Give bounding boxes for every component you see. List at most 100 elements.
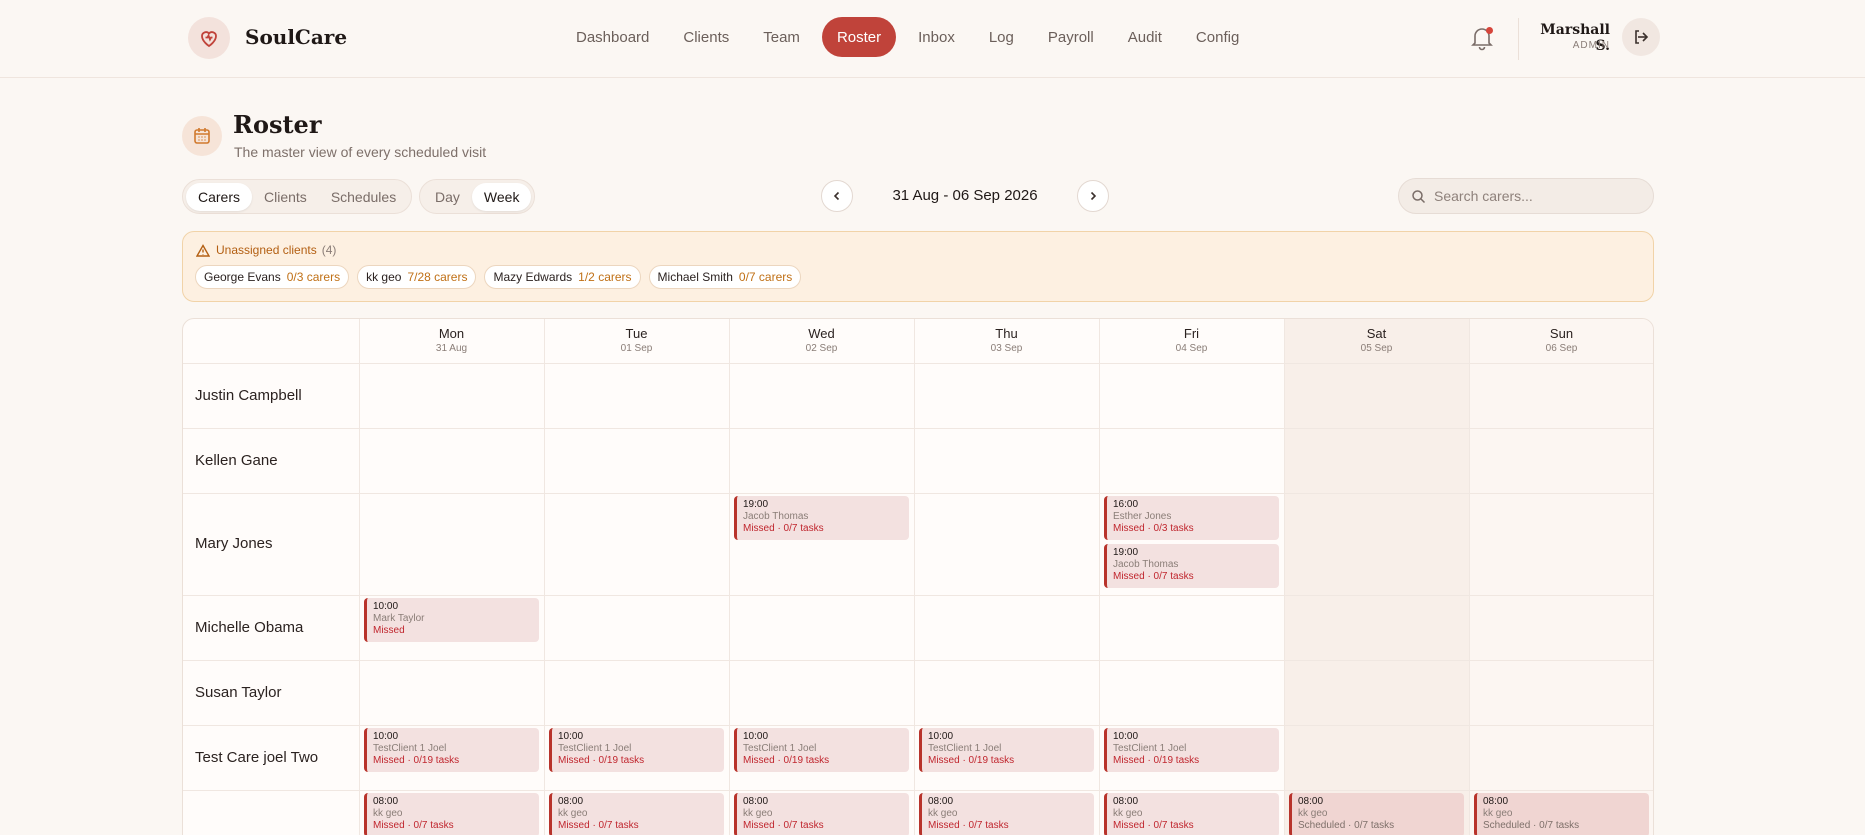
nav-payroll[interactable]: Payroll [1036, 17, 1106, 57]
day-name: Sun [1549, 326, 1574, 341]
visit-time: 08:00 [1113, 796, 1139, 807]
visit-card[interactable]: 08:00 kk geo Missed · 0/7 tasks [1104, 793, 1279, 835]
day-name: Thu [995, 326, 1018, 341]
chip-client-name: kk geo [366, 270, 402, 284]
nav-inbox[interactable]: Inbox [906, 17, 967, 57]
visit-card[interactable]: 08:00 kk geo Missed · 0/7 tasks [549, 793, 724, 835]
visit-status: Missed · 0/7 tasks [743, 820, 824, 831]
visit-client: TestClient 1 Joel [373, 743, 447, 754]
search-input[interactable] [1434, 188, 1634, 204]
nav-dashboard[interactable]: Dashboard [564, 17, 661, 57]
tab-day[interactable]: Day [423, 183, 472, 211]
column-divider [729, 319, 730, 835]
logout-icon[interactable] [1622, 18, 1660, 56]
next-week-button[interactable] [1077, 180, 1109, 212]
day-name: Tue [625, 326, 648, 341]
visit-client: kk geo [928, 808, 958, 819]
chip-carer-count: 0/3 carers [286, 270, 341, 284]
visit-time: 10:00 [558, 731, 584, 742]
date-range: 31 Aug - 06 Sep 2026 [892, 187, 1038, 204]
weekend-column [1284, 319, 1469, 835]
nav-team[interactable]: Team [751, 17, 812, 57]
carer-name[interactable]: Justin Campbell [195, 387, 302, 404]
carer-name[interactable]: Mary Jones [195, 535, 273, 552]
visit-status: Missed · 0/3 tasks [1113, 523, 1194, 534]
chip-client-name: Michael Smith [657, 270, 733, 284]
visit-card[interactable]: 10:00 TestClient 1 Joel Missed · 0/19 task… [1104, 728, 1279, 772]
tab-week[interactable]: Week [471, 182, 532, 211]
chevron-right-icon [1090, 191, 1097, 201]
day-name: Fri [1183, 326, 1200, 341]
visit-time: 08:00 [558, 796, 584, 807]
visit-status: Missed · 0/19 tasks [558, 755, 645, 766]
visit-card[interactable]: 16:00 Esther Jones Missed · 0/3 tasks [1104, 496, 1279, 540]
visit-card[interactable]: 10:00 TestClient 1 Joel Missed · 0/19 task… [919, 728, 1094, 772]
visit-client: Mark Taylor [373, 613, 425, 624]
unassigned-count: (4) [321, 243, 337, 257]
visit-time: 10:00 [928, 731, 954, 742]
visit-status: Missed · 0/19 tasks [373, 755, 460, 766]
visit-client: kk geo [1298, 808, 1328, 819]
carer-name[interactable]: Kellen Gane [195, 452, 278, 469]
divider [1518, 18, 1519, 60]
visit-card[interactable]: 10:00 TestClient 1 Joel Missed · 0/19 task… [734, 728, 909, 772]
day-date: 05 Sep [1360, 343, 1393, 354]
visit-time: 10:00 [373, 731, 399, 742]
visit-time: 10:00 [743, 731, 769, 742]
row-divider [183, 725, 1653, 726]
period-tabs: Day Week [419, 179, 536, 214]
visit-card[interactable]: 10:00 TestClient 1 Joel Missed · 0/19 task… [549, 728, 724, 772]
visit-time: 10:00 [1113, 731, 1139, 742]
visit-card[interactable]: 19:00 Jacob Thomas Missed · 0/7 tasks [1104, 544, 1279, 588]
carer-name[interactable]: Michelle Obama [195, 619, 303, 636]
nav-audit[interactable]: Audit [1116, 17, 1174, 57]
visit-card[interactable]: 08:00 kk geo Missed · 0/7 tasks [364, 793, 539, 835]
visit-client: kk geo [1113, 808, 1143, 819]
unassigned-client-chip[interactable]: Mazy Edwards 1/2 carers [484, 265, 641, 289]
main-nav: Dashboard Clients Team Roster Inbox Log … [564, 17, 1261, 57]
column-divider [1469, 319, 1470, 835]
tab-schedules[interactable]: Schedules [319, 183, 408, 211]
nav-config[interactable]: Config [1184, 17, 1251, 57]
column-divider [359, 319, 360, 835]
visit-client: TestClient 1 Joel [743, 743, 817, 754]
heart-logo-icon[interactable] [188, 17, 230, 59]
day-header: Wed 02 Sep [729, 319, 914, 363]
visit-status: Missed · 0/19 tasks [1113, 755, 1200, 766]
chip-client-name: Mazy Edwards [493, 270, 573, 284]
row-divider [183, 595, 1653, 596]
visit-status: Missed · 0/7 tasks [1113, 820, 1194, 831]
visit-card[interactable]: 08:00 kk geo Missed · 0/7 tasks [919, 793, 1094, 835]
nav-roster[interactable]: Roster [821, 17, 897, 57]
weekend-column [1469, 319, 1653, 835]
visit-card[interactable]: 10:00 TestClient 1 Joel Missed · 0/19 task… [364, 728, 539, 772]
visit-status: Scheduled · 0/7 tasks [1298, 820, 1395, 831]
calendar-icon [182, 116, 222, 156]
unassigned-client-chip[interactable]: George Evans 0/3 carers [195, 265, 350, 289]
top-bar: SoulCare Dashboard Clients Team Roster I… [0, 0, 1865, 78]
nav-clients[interactable]: Clients [671, 17, 741, 57]
search-box [1398, 178, 1654, 214]
unassigned-client-chip[interactable]: kk geo 7/28 carers [357, 265, 477, 289]
visit-card[interactable]: 08:00 kk geo Missed · 0/7 tasks [734, 793, 909, 835]
visit-card[interactable]: 08:00 kk geo Scheduled · 0/7 tasks [1474, 793, 1649, 835]
carer-name[interactable]: Test Care joel Two [195, 749, 318, 766]
tab-clients[interactable]: Clients [252, 183, 319, 211]
visit-status: Missed · 0/7 tasks [373, 820, 454, 831]
carer-name[interactable]: Susan Taylor [195, 684, 281, 701]
tab-carers[interactable]: Carers [186, 182, 253, 211]
visit-client: Esther Jones [1113, 511, 1172, 522]
visit-time: 19:00 [743, 499, 769, 510]
visit-client: TestClient 1 Joel [928, 743, 1002, 754]
warning-icon [196, 243, 210, 257]
visit-client: kk geo [373, 808, 403, 819]
visit-status: Missed · 0/7 tasks [743, 523, 824, 534]
day-header: Sat 05 Sep [1284, 319, 1469, 363]
nav-log[interactable]: Log [977, 17, 1026, 57]
row-divider [183, 363, 1653, 364]
visit-card[interactable]: 19:00 Jacob Thomas Missed · 0/7 tasks [734, 496, 909, 540]
column-divider [914, 319, 915, 835]
visit-card[interactable]: 08:00 kk geo Scheduled · 0/7 tasks [1289, 793, 1464, 835]
unassigned-client-chip[interactable]: Michael Smith 0/7 carers [648, 265, 802, 289]
visit-card[interactable]: 10:00 Mark Taylor Missed [364, 598, 539, 642]
